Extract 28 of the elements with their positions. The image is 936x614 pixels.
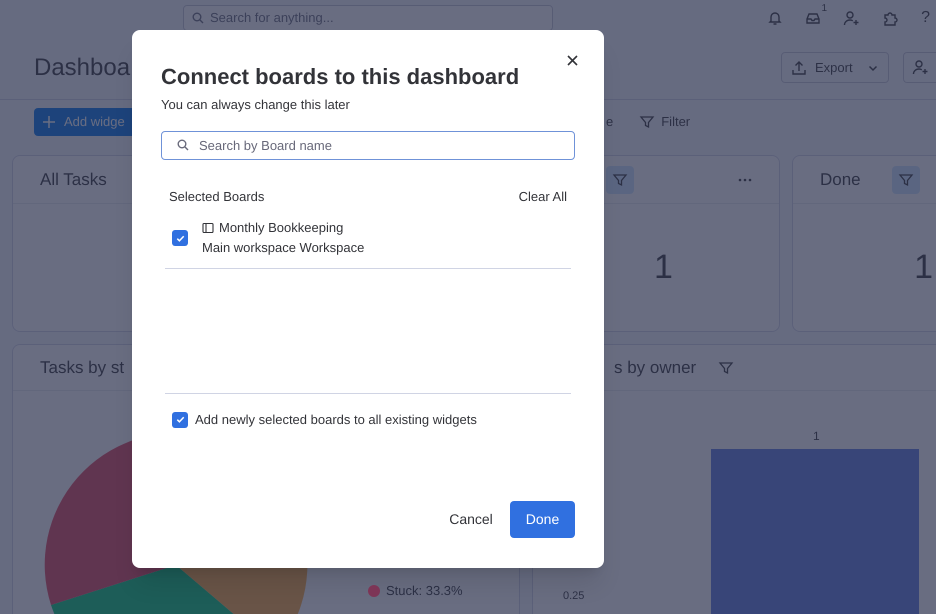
widget-title: All Tasks [40,168,107,191]
notification-count: 1 [822,2,828,16]
dialog-title: Connect boards to this dashboard [161,64,520,90]
bar-value-label: 1 [813,428,820,445]
section-label: Selected Boards [169,188,264,206]
workspace-name: Main workspace Workspace [202,239,364,257]
board-search-field[interactable]: Search by Board name [161,130,575,160]
page-title: Dashboa [34,52,130,82]
done-button[interactable]: Done [510,501,575,538]
search-icon [177,138,189,150]
checkbox[interactable] [172,230,188,246]
axis-tick-label: 0.25 [563,589,584,604]
chart-title: s by owner [614,356,696,379]
checkbox[interactable] [172,412,188,428]
toolbar-text: e [606,113,614,132]
cancel-button[interactable]: Cancel [440,501,502,538]
clear-all-link[interactable]: Clear All [518,186,567,206]
legend-label: Stuck: 33.3% [386,582,463,600]
widget-value: 1 [654,247,673,288]
close-icon [566,54,578,66]
board-name: Monthly Bookkeeping [219,219,344,237]
check-icon [174,414,186,426]
widget-title: Done [820,168,861,191]
board-icon [202,222,214,234]
widget-value: 1 [914,247,933,288]
dialog-subtitle: You can always change this later [161,96,351,114]
chart-title: Tasks by st [40,356,124,379]
checkbox-label: Add newly selected boards to all existing widgets [195,411,477,429]
